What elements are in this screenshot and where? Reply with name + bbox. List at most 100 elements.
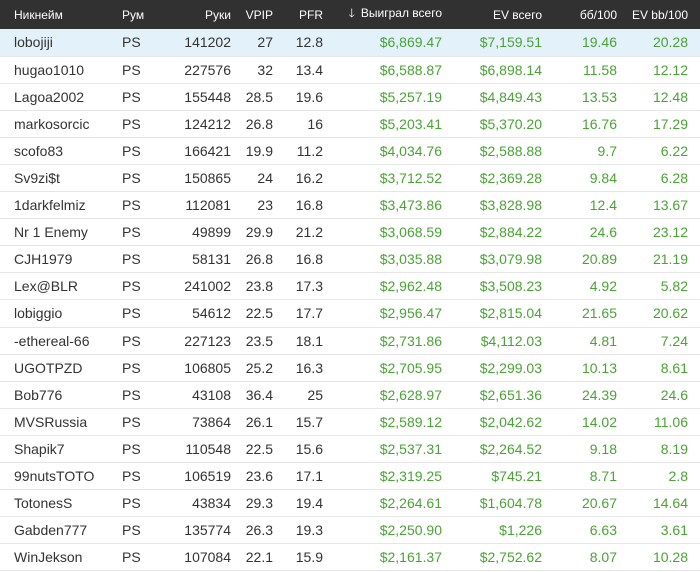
cell-vpip: 22.5	[245, 440, 273, 457]
cell-pfr: 15.9	[295, 549, 323, 566]
cell-nickname[interactable]: Lex@BLR	[0, 273, 118, 300]
header-won-total[interactable]: 🡓 Выиграл всего	[331, 0, 448, 29]
cell-nickname[interactable]: lobiggio	[0, 300, 118, 327]
cell-hands: 110548	[185, 440, 231, 457]
cell-nickname[interactable]: markosorcic	[0, 110, 118, 137]
cell-ev-bb100: 8.19	[660, 440, 688, 457]
cell-won-total: $2,956.47	[379, 305, 442, 322]
table-row[interactable]: 1darkfelmiz PS 112081 23 16.8 $3,473.86 $3,828…	[0, 192, 700, 219]
table-row[interactable]: UGOTPZD PS 106805 25.2 16.3 $2,705.95 $2,299.0…	[0, 354, 700, 382]
cell-nickname[interactable]: Nr 1 Enemy	[0, 219, 118, 246]
cell-nickname[interactable]: lobojiji	[0, 29, 118, 56]
table-row[interactable]: -ethereal-66 PS 227123 23.5 18.1 $2,731.86 $4,…	[0, 327, 700, 355]
table-row[interactable]: Nr 1 Enemy PS 49899 29.9 21.2 $3,068.59 $2,884…	[0, 219, 700, 246]
table-row[interactable]: Bob776 PS 43108 36.4 25 $2,628.97 $2,651.36 24.…	[0, 381, 700, 409]
cell-vpip: 19.9	[245, 142, 273, 159]
cell-bb100: 24.6	[589, 224, 617, 241]
cell-ev-total: $6,898.14	[479, 61, 542, 78]
cell-vpip: 26.8	[245, 251, 273, 268]
table-row[interactable]: TotonesS PS 43834 29.3 19.4 $2,264.61 $1,604.7…	[0, 490, 700, 517]
cell-ev-bb100: 6.22	[660, 142, 688, 159]
cell-ev-total: $2,884.22	[479, 224, 542, 241]
cell-nickname[interactable]: UGOTPZD	[0, 354, 118, 381]
cell-nickname[interactable]: TotonesS	[0, 490, 118, 517]
cell-room: PS	[122, 115, 141, 132]
cell-pfr: 15.6	[295, 440, 323, 457]
cell-nickname[interactable]: MVSRussia	[0, 408, 118, 435]
cell-hands: 241002	[184, 278, 231, 295]
cell-bb100: 6.63	[589, 522, 617, 539]
table-row[interactable]: Shapik7 PS 110548 22.5 15.6 $2,537.31 $2,264.5…	[0, 435, 700, 463]
cell-vpip: 23.5	[245, 332, 273, 349]
cell-room: PS	[122, 549, 141, 566]
header-bb100[interactable]: бб/100	[548, 0, 623, 29]
cell-vpip: 29.9	[245, 224, 273, 241]
cell-vpip: 36.4	[245, 386, 273, 403]
cell-room: PS	[122, 440, 141, 457]
header-vpip[interactable]: VPIP	[231, 0, 281, 29]
cell-nickname[interactable]: Lagoa2002	[0, 83, 118, 110]
cell-ev-bb100: 23.12	[652, 224, 688, 241]
cell-bb100: 9.84	[589, 170, 617, 187]
cell-bb100: 8.71	[589, 468, 617, 485]
table-row[interactable]: Lex@BLR PS 241002 23.8 17.3 $2,962.48 $3,508.2…	[0, 273, 700, 300]
cell-hands: 49899	[192, 224, 231, 241]
cell-nickname[interactable]: 1darkfelmiz	[0, 192, 118, 219]
table-row[interactable]: 99nutsTOTO PS 106519 23.6 17.1 $2,319.25 $745.…	[0, 463, 700, 490]
cell-pfr: 12.8	[295, 34, 323, 51]
cell-hands: 124212	[184, 115, 231, 132]
cell-vpip: 26.1	[245, 413, 273, 430]
cell-ev-bb100: 2.8	[668, 468, 688, 485]
table-header-row: Никнейм Рум Руки VPIP PFR 🡓 Выиграл всего…	[0, 0, 700, 29]
cell-ev-bb100: 7.24	[660, 332, 688, 349]
table-row[interactable]: WinJekson PS 107084 22.1 15.9 $2,161.37 $2,752…	[0, 544, 700, 571]
cell-won-total: $3,068.59	[379, 224, 442, 241]
header-room[interactable]: Рум	[118, 0, 173, 29]
cell-nickname[interactable]: Bob776	[0, 381, 118, 408]
cell-pfr: 16.2	[295, 170, 323, 187]
cell-nickname[interactable]: scofo83	[0, 137, 118, 164]
table-row[interactable]: CJH1979 PS 58131 26.8 16.8 $3,035.88 $3,079.98…	[0, 246, 700, 273]
table-row[interactable]: MVSRussia PS 73864 26.1 15.7 $2,589.12 $2,042.…	[0, 408, 700, 436]
cell-ev-total: $1,226	[499, 522, 542, 539]
cell-won-total: $4,034.76	[379, 142, 442, 159]
cell-room: PS	[122, 224, 141, 241]
cell-room: PS	[122, 468, 141, 485]
cell-vpip: 23.6	[245, 468, 273, 485]
table-row[interactable]: Sv9zi$t PS 150865 24 16.2 $3,712.52 $2,369.28 9…	[0, 164, 700, 192]
cell-nickname[interactable]: Shapik7	[0, 435, 118, 462]
cell-nickname[interactable]: CJH1979	[0, 246, 118, 273]
header-ev-bb100[interactable]: EV bb/100	[623, 0, 700, 29]
cell-bb100: 8.07	[589, 549, 617, 566]
cell-hands: 112081	[185, 197, 231, 214]
table-row[interactable]: markosorcic PS 124212 26.8 16 $5,203.41 $5,370…	[0, 110, 700, 138]
cell-nickname[interactable]: -ethereal-66	[0, 327, 118, 354]
cell-bb100: 24.39	[581, 386, 617, 403]
cell-room: PS	[122, 359, 141, 376]
cell-pfr: 19.4	[295, 495, 323, 512]
cell-won-total: $6,869.47	[379, 34, 442, 51]
cell-nickname[interactable]: Gabden777	[0, 517, 118, 544]
cell-nickname[interactable]: 99nutsTOTO	[0, 463, 118, 490]
header-hands[interactable]: Руки	[173, 0, 231, 29]
cell-nickname[interactable]: hugao1010	[0, 56, 118, 83]
cell-hands: 227576	[184, 61, 231, 78]
table-row[interactable]: lobiggio PS 54612 22.5 17.7 $2,956.47 $2,815.0…	[0, 300, 700, 328]
cell-nickname[interactable]: Sv9zi$t	[0, 164, 118, 191]
table-row[interactable]: lobojiji PS 141202 27 12.8 $6,869.47 $7,159.51…	[0, 29, 700, 57]
cell-won-total: $2,161.37	[379, 549, 442, 566]
cell-nickname[interactable]: WinJekson	[0, 544, 118, 571]
header-ev-total[interactable]: EV всего	[448, 0, 548, 29]
cell-ev-bb100: 11.06	[654, 413, 688, 430]
header-nickname[interactable]: Никнейм	[0, 0, 118, 29]
table-row[interactable]: scofo83 PS 166421 19.9 11.2 $4,034.76 $2,588.8…	[0, 137, 700, 165]
header-pfr[interactable]: PFR	[281, 0, 331, 29]
cell-pfr: 11.2	[296, 142, 323, 159]
table-row[interactable]: Lagoa2002 PS 155448 28.5 19.6 $5,257.19 $4,849…	[0, 83, 700, 111]
cell-bb100: 13.53	[581, 88, 617, 105]
cell-hands: 141202	[184, 34, 231, 51]
cell-room: PS	[122, 142, 141, 159]
table-row[interactable]: hugao1010 PS 227576 32 13.4 $6,588.87 $6,898.1…	[0, 56, 700, 84]
table-row[interactable]: Gabden777 PS 135774 26.3 19.3 $2,250.90 $1,226…	[0, 517, 700, 544]
cell-hands: 155448	[184, 88, 231, 105]
